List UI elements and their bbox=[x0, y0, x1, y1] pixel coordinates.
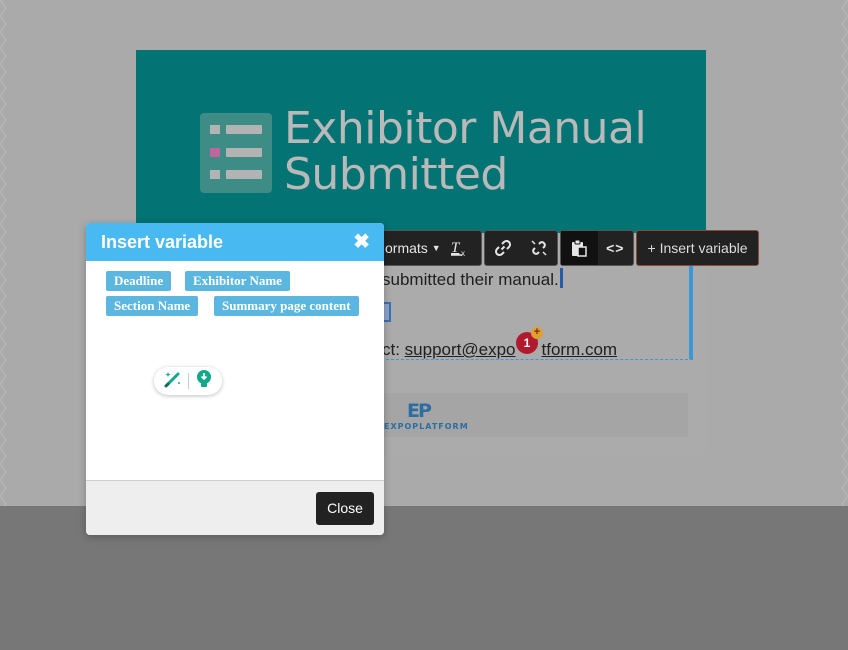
clear-formatting-button[interactable]: T x bbox=[437, 231, 481, 265]
editor-line-1-text: submitted their manual. bbox=[382, 270, 559, 289]
paste-icon bbox=[572, 239, 587, 257]
checklist-icon bbox=[200, 113, 272, 193]
variable-tag-section-name[interactable]: Section Name bbox=[106, 296, 199, 316]
variable-tag-deadline[interactable]: Deadline bbox=[106, 271, 172, 291]
toolbar-format-group: ormats ▼ T x bbox=[370, 230, 482, 266]
link-icon bbox=[494, 239, 512, 257]
close-icon[interactable]: ✖ bbox=[353, 232, 370, 252]
text-cursor bbox=[559, 268, 563, 288]
close-button[interactable]: Close bbox=[316, 492, 374, 525]
hero-title-line2: Submitted bbox=[284, 149, 508, 200]
expoplatform-logo-word: EXPOPLATFORM bbox=[384, 422, 469, 431]
insert-link-button[interactable] bbox=[485, 231, 521, 265]
dialog-header: Insert variable ✖ bbox=[86, 223, 384, 261]
clear-formatting-icon: T x bbox=[451, 240, 465, 257]
remove-link-button[interactable] bbox=[521, 231, 557, 265]
editor-line-3[interactable]: ct: support@expo tform.com bbox=[382, 340, 617, 360]
support-email-link-start[interactable]: support@expo bbox=[405, 340, 516, 359]
insert-variable-label: + Insert variable bbox=[647, 240, 748, 256]
magic-pen-icon[interactable] bbox=[163, 370, 183, 393]
editor-line-3-prefix: ct: bbox=[382, 340, 405, 359]
variable-tag-exhibitor-name[interactable]: Exhibitor Name bbox=[185, 271, 290, 291]
svg-text:T: T bbox=[451, 240, 461, 256]
paste-button[interactable] bbox=[561, 231, 598, 265]
lightbulb-icon[interactable] bbox=[195, 369, 213, 394]
dialog-footer: Close bbox=[86, 480, 384, 535]
helper-divider bbox=[188, 373, 190, 389]
expoplatform-logo-mark: EP bbox=[407, 400, 432, 422]
source-code-button[interactable]: <> bbox=[598, 231, 634, 265]
dialog-body: Deadline Exhibitor Name Section Name Sum… bbox=[86, 261, 384, 480]
formats-label: ormats bbox=[385, 240, 428, 256]
support-email-link-end[interactable]: tform.com bbox=[542, 340, 618, 359]
hero-title-line1: Exhibitor Manual bbox=[284, 103, 647, 154]
variable-tag-summary-page-content[interactable]: Summary page content bbox=[214, 296, 359, 316]
notification-plus-icon: + bbox=[531, 327, 543, 339]
insert-variable-dialog: Insert variable ✖ Deadline Exhibitor Nam… bbox=[86, 223, 384, 535]
toolbar-paste-group: <> bbox=[560, 230, 634, 266]
hero-title: Exhibitor Manual Submitted bbox=[284, 103, 647, 200]
code-icon: <> bbox=[606, 240, 625, 256]
dialog-title: Insert variable bbox=[101, 232, 224, 252]
editor-line-1[interactable]: submitted their manual. bbox=[382, 268, 563, 290]
editor-focus-border bbox=[689, 265, 693, 359]
notification-count: 1 bbox=[523, 336, 531, 350]
toolbar-link-group bbox=[484, 230, 558, 266]
insert-variable-toolbar-button[interactable]: + Insert variable bbox=[636, 230, 759, 266]
svg-text:x: x bbox=[461, 249, 465, 257]
helper-widget bbox=[154, 367, 222, 395]
unlink-icon bbox=[531, 240, 547, 256]
editor-dashed-outline bbox=[376, 359, 693, 360]
hero-banner: Exhibitor Manual Submitted bbox=[136, 50, 706, 233]
